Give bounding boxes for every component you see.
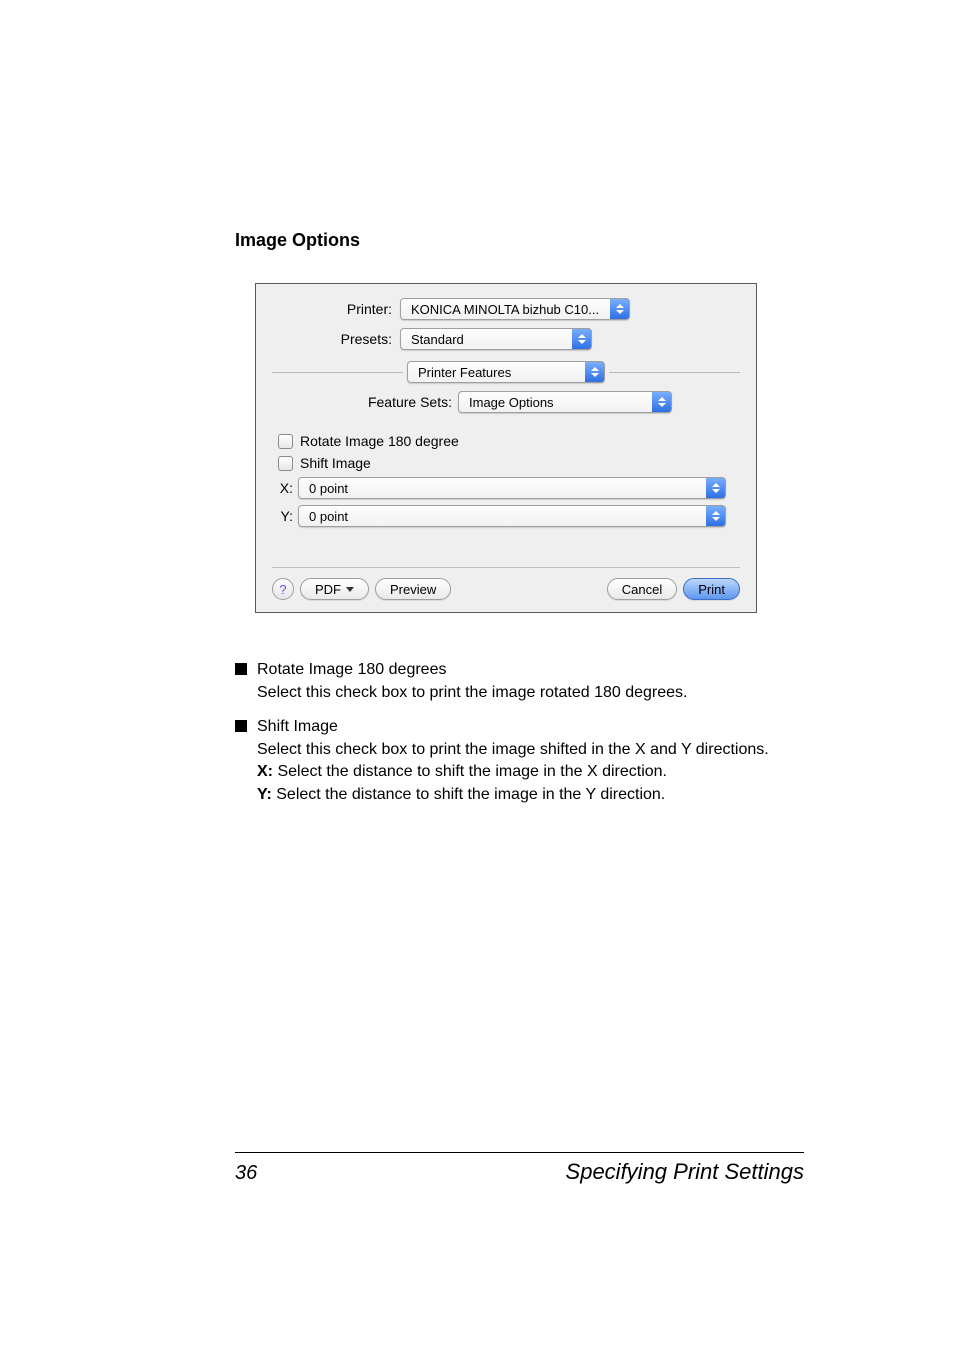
x-text: Select the distance to shift the image i… bbox=[273, 763, 667, 780]
presets-label: Presets: bbox=[272, 331, 400, 347]
y-dropdown[interactable]: 0 point bbox=[298, 505, 726, 527]
divider bbox=[272, 567, 740, 568]
checkbox-icon bbox=[278, 456, 293, 471]
preview-button[interactable]: Preview bbox=[375, 578, 451, 600]
presets-dropdown[interactable]: Standard bbox=[400, 328, 592, 350]
cancel-button-label: Cancel bbox=[622, 582, 662, 597]
feature-sets-value: Image Options bbox=[469, 395, 554, 410]
printer-value: KONICA MINOLTA bizhub C10... bbox=[411, 302, 599, 317]
y-bold-label: Y: bbox=[257, 786, 272, 803]
y-value: 0 point bbox=[309, 509, 348, 524]
checkbox-icon bbox=[278, 434, 293, 449]
body-text: Rotate Image 180 degrees Select this che… bbox=[235, 659, 804, 807]
print-button-label: Print bbox=[698, 582, 725, 597]
section-heading: Image Options bbox=[235, 230, 804, 251]
bullet-1-desc: Select this check box to print the image… bbox=[257, 682, 687, 704]
preview-button-label: Preview bbox=[390, 582, 436, 597]
pdf-menu-button[interactable]: PDF bbox=[300, 578, 369, 600]
rotate-image-checkbox[interactable]: Rotate Image 180 degree bbox=[278, 433, 734, 449]
printer-features-group: Printer Features Feature Sets: Image Opt… bbox=[272, 372, 740, 527]
feature-sets-dropdown[interactable]: Image Options bbox=[458, 391, 672, 413]
x-dropdown[interactable]: 0 point bbox=[298, 477, 726, 499]
y-label: Y: bbox=[278, 508, 298, 524]
y-text: Select the distance to shift the image i… bbox=[272, 786, 665, 803]
x-label: X: bbox=[278, 480, 298, 496]
print-button[interactable]: Print bbox=[683, 578, 740, 600]
shift-image-checkbox[interactable]: Shift Image bbox=[278, 455, 734, 471]
page-footer: 36 Specifying Print Settings bbox=[235, 1152, 804, 1185]
footer-title: Specifying Print Settings bbox=[566, 1159, 804, 1185]
bullet-2-title: Shift Image bbox=[257, 716, 769, 738]
feature-sets-label: Feature Sets: bbox=[272, 394, 458, 410]
rotate-image-label: Rotate Image 180 degree bbox=[300, 433, 459, 449]
help-button[interactable]: ? bbox=[272, 578, 294, 600]
page-number: 36 bbox=[235, 1162, 257, 1185]
pdf-button-label: PDF bbox=[315, 582, 341, 597]
bullet-2-desc: Select this check box to print the image… bbox=[257, 739, 769, 761]
bullet-icon bbox=[235, 663, 247, 675]
bullet-1-title: Rotate Image 180 degrees bbox=[257, 659, 687, 681]
updown-arrows-icon bbox=[706, 477, 726, 499]
updown-arrows-icon bbox=[652, 391, 672, 413]
updown-arrows-icon bbox=[585, 361, 605, 383]
bullet-2-x: X: Select the distance to shift the imag… bbox=[257, 761, 769, 783]
printer-label: Printer: bbox=[272, 301, 400, 317]
updown-arrows-icon bbox=[610, 298, 630, 320]
shift-image-label: Shift Image bbox=[300, 455, 371, 471]
panel-section-value: Printer Features bbox=[418, 365, 511, 380]
printer-dropdown[interactable]: KONICA MINOLTA bizhub C10... bbox=[400, 298, 630, 320]
cancel-button[interactable]: Cancel bbox=[607, 578, 677, 600]
print-dialog: Printer: KONICA MINOLTA bizhub C10... Pr… bbox=[255, 283, 757, 613]
bullet-2-y: Y: Select the distance to shift the imag… bbox=[257, 784, 769, 806]
x-value: 0 point bbox=[309, 481, 348, 496]
help-icon: ? bbox=[279, 582, 286, 597]
x-bold-label: X: bbox=[257, 763, 273, 780]
updown-arrows-icon bbox=[572, 328, 592, 350]
bullet-icon bbox=[235, 720, 247, 732]
updown-arrows-icon bbox=[706, 505, 726, 527]
presets-value: Standard bbox=[411, 332, 464, 347]
panel-section-dropdown[interactable]: Printer Features bbox=[407, 361, 605, 383]
